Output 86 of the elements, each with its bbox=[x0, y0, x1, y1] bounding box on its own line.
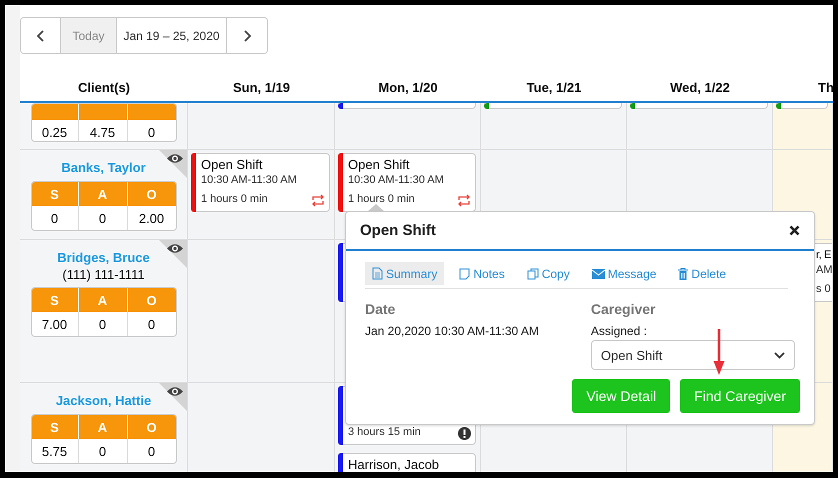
column-header: Tue, 1/21 bbox=[526, 80, 582, 94]
shift-card[interactable] bbox=[484, 103, 622, 109]
totals-header: S bbox=[32, 182, 78, 206]
popup-tab[interactable]: Delete bbox=[671, 262, 734, 285]
shift-duration: 3 hours 15 min bbox=[348, 425, 421, 440]
shift-card[interactable]: Open Shift 10:30 AM-11:30 AM 1 hours 0 min bbox=[338, 153, 476, 212]
totals-header: A bbox=[78, 182, 128, 206]
calendar-cell[interactable] bbox=[481, 103, 627, 150]
totals-value: 0 bbox=[146, 124, 156, 141]
envelope-icon bbox=[592, 268, 605, 278]
assigned-label: Assigned : bbox=[590, 324, 648, 338]
shift-title: r, E bbox=[816, 248, 831, 263]
chevron-right-icon bbox=[242, 28, 252, 42]
annotation-arrow bbox=[713, 329, 725, 375]
shift-card[interactable]: Open Shift 10:30 AM-11:30 AM 1 hours 0 min bbox=[191, 153, 330, 212]
totals-value: 2.00 bbox=[138, 210, 166, 228]
totals-header: O bbox=[145, 292, 158, 310]
caret-icon bbox=[774, 352, 785, 358]
shift-title: Open Shift bbox=[348, 157, 410, 173]
totals-value: 7.00 bbox=[32, 312, 78, 336]
totals-value: 0 bbox=[78, 439, 128, 463]
client-name-link[interactable]: Banks, Taylor bbox=[61, 160, 146, 175]
column-header: Wed, 1/22 bbox=[670, 80, 730, 94]
shift-card[interactable] bbox=[776, 103, 828, 109]
shift-card[interactable] bbox=[338, 103, 476, 109]
totals-header: S bbox=[32, 415, 78, 439]
totals-value: 0 bbox=[32, 206, 78, 230]
calendar-cell[interactable] bbox=[335, 103, 481, 150]
shift-duration: 1 hours 0 min bbox=[348, 192, 415, 207]
close-icon[interactable] bbox=[789, 225, 800, 236]
calendar-cell[interactable] bbox=[627, 103, 773, 150]
shift-duration: s 0 bbox=[816, 282, 831, 297]
totals-value: 0 bbox=[146, 442, 156, 460]
totals-header: A bbox=[78, 415, 128, 439]
shift-time: 10:30 AM-11:30 AM bbox=[201, 173, 297, 188]
popup-tab[interactable]: Summary bbox=[365, 262, 444, 285]
document-icon bbox=[372, 267, 383, 280]
note-icon bbox=[459, 268, 470, 280]
eye-icon[interactable] bbox=[166, 386, 184, 397]
totals-value: 0 bbox=[146, 316, 156, 334]
trash-icon bbox=[678, 268, 688, 280]
shift-title: Harrison, Jacob bbox=[348, 457, 440, 472]
shift-duration: 1 hours 0 min bbox=[201, 192, 268, 207]
calendar-cell[interactable] bbox=[188, 240, 335, 383]
eye-icon[interactable] bbox=[166, 243, 184, 254]
totals-header: S bbox=[32, 288, 78, 312]
totals-value: 4.75 bbox=[78, 120, 128, 141]
shift-title: Open Shift bbox=[201, 157, 262, 173]
popup-title: Open Shift bbox=[360, 222, 436, 239]
totals-value: 5.75 bbox=[32, 439, 78, 463]
action-button[interactable]: Find Caregiver bbox=[680, 379, 800, 413]
popup-tab[interactable]: Notes bbox=[452, 262, 512, 285]
popup-tab[interactable]: Message bbox=[584, 262, 664, 285]
totals-header: O bbox=[145, 186, 158, 204]
column-header: Mon, 1/20 bbox=[378, 80, 438, 94]
client-name-link[interactable]: Jackson, Hattie bbox=[56, 393, 152, 408]
date-range: Jan 19 – 25, 2020 bbox=[122, 28, 221, 44]
copy-icon bbox=[526, 268, 539, 280]
chevron-left-icon bbox=[36, 28, 46, 42]
calendar-cell[interactable] bbox=[188, 103, 335, 150]
today-button[interactable]: Today bbox=[61, 18, 117, 53]
totals-header: O bbox=[145, 418, 158, 436]
column-header: Sun, 1/19 bbox=[232, 80, 290, 94]
totals-value: 0.25 bbox=[32, 120, 78, 141]
eye-icon[interactable] bbox=[166, 153, 184, 164]
date-value: Jan 20,2020 10:30 AM-11:30 AM bbox=[365, 324, 540, 338]
previous-button[interactable] bbox=[21, 18, 61, 53]
shift-time: 10:30 AM-11:30 AM bbox=[348, 173, 444, 188]
shift-card[interactable]: Harrison, Jacob bbox=[338, 453, 476, 472]
totals-value: 0 bbox=[78, 206, 128, 230]
column-header: Client(s) bbox=[78, 80, 130, 94]
next-button[interactable] bbox=[226, 18, 267, 53]
totals-header: A bbox=[78, 288, 128, 312]
caregiver-select[interactable]: Open Shift bbox=[590, 340, 795, 370]
shift-card[interactable] bbox=[630, 103, 768, 109]
client-phone: (111) 111-1111 bbox=[62, 267, 145, 282]
totals-value: 0 bbox=[78, 312, 128, 336]
calendar-cell[interactable]: Open Shift 10:30 AM-11:30 AM 1 hours 0 min bbox=[188, 150, 335, 240]
column-header: Th bbox=[818, 80, 833, 94]
date-label: Date bbox=[365, 301, 396, 317]
action-button[interactable]: View Detail bbox=[572, 379, 670, 413]
shift-time: AM bbox=[816, 263, 832, 278]
client-name-link[interactable]: Bridges, Bruce bbox=[57, 250, 150, 265]
calendar-cell[interactable] bbox=[773, 103, 833, 150]
popup-tab[interactable]: Copy bbox=[520, 262, 577, 285]
caregiver-label: Caregiver bbox=[590, 301, 656, 317]
